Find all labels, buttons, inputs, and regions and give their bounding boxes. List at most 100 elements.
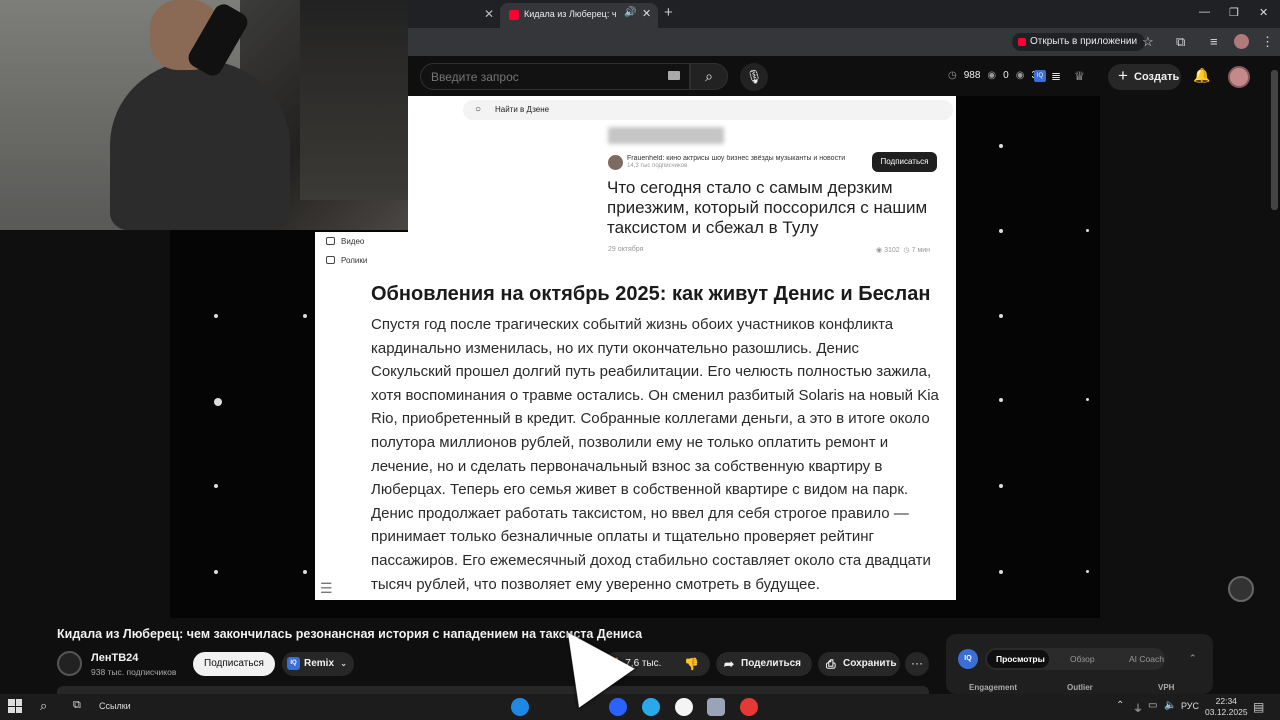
eye-icon: ◉	[987, 70, 997, 81]
media-queue-icon[interactable]: ≡	[1210, 34, 1218, 49]
taskbar-links-label[interactable]: Ссылки	[99, 701, 131, 711]
article-body: Спустя год после трагических событий жиз…	[371, 316, 939, 593]
search-button[interactable]: ⌕	[690, 63, 728, 90]
task-view-icon[interactable]: ⧉	[73, 699, 81, 712]
remix-button[interactable]: IQ Remix ⌄	[282, 652, 354, 676]
notifications-bell-icon[interactable]: 🔔	[1193, 67, 1210, 84]
save-button[interactable]: ⎙ Сохранить	[818, 652, 900, 676]
dzen-nav-video: Видео	[326, 237, 364, 246]
app-check-icon[interactable]	[609, 698, 627, 716]
dzen-channel-name: Frauenheld: кино актрисы шоу бизнес звёз…	[627, 155, 846, 162]
video-icon	[326, 237, 335, 245]
microphone-icon[interactable]: 🎙	[740, 63, 768, 91]
language-indicator[interactable]: РУС	[1181, 701, 1199, 711]
windows-start-icon[interactable]	[8, 699, 22, 713]
clock-icon: ◷	[948, 70, 957, 81]
new-tab-button[interactable]: +	[664, 4, 673, 21]
file-explorer-icon[interactable]	[707, 698, 725, 716]
player-watermark-icon	[1228, 576, 1254, 602]
chevron-up-icon[interactable]: ⌃	[1189, 653, 1197, 664]
share-button[interactable]: ➦ Поделиться	[716, 652, 812, 676]
iq-tab-ai-coach[interactable]: AI Coach	[1129, 654, 1164, 664]
channel-name[interactable]: ЛенТВ24	[91, 652, 138, 664]
menu-icon: ☰	[320, 580, 333, 596]
extension-stats: ◷ 988 ◉ 0 ◉ 3	[948, 70, 1037, 81]
webcam-overlay	[0, 0, 408, 230]
stat-value: 988	[963, 70, 981, 81]
dzen-nav-label: Ролики	[341, 256, 368, 265]
stat-value: 0	[1003, 70, 1009, 81]
channel-subscribers: 938 тыс. подписчиков	[91, 667, 177, 677]
close-tab-icon[interactable]: ✕	[484, 7, 494, 21]
save-label: Сохранить	[843, 658, 897, 669]
browser-profile-avatar[interactable]	[1234, 34, 1249, 49]
dislike-button[interactable]: 👎	[684, 652, 699, 676]
channel-avatar[interactable]	[57, 651, 82, 676]
bookmark-star-icon[interactable]: ☆	[1142, 34, 1154, 50]
page-scrollbar[interactable]	[1271, 70, 1278, 210]
list-icon[interactable]: ≣	[1051, 69, 1061, 83]
views-count: 3102	[884, 247, 900, 254]
more-actions-button[interactable]: ···	[905, 652, 929, 676]
clock-icon: ◷	[901, 247, 910, 254]
tray-chevron-up-icon[interactable]: ⌃	[1116, 700, 1124, 711]
open-in-app-button[interactable]: Открыть в приложении	[1012, 33, 1146, 51]
chevron-down-icon: ⌄	[340, 659, 347, 668]
iq-logo-icon: IQ	[958, 649, 978, 669]
edge-icon[interactable]	[511, 698, 529, 716]
trophy-icon[interactable]: ♕	[1074, 69, 1085, 83]
extensions-icon[interactable]: ⧉	[1176, 34, 1185, 50]
browser-tab-active[interactable]: Кидала из Люберец: чем з 🔊 ✕	[500, 3, 658, 28]
video-title: Кидала из Люберец: чем закончилась резон…	[57, 627, 643, 641]
obs-icon[interactable]	[740, 698, 758, 716]
blurred-image	[608, 127, 724, 144]
close-tab-icon[interactable]: ✕	[642, 7, 651, 20]
dzen-subscribe-button: Подписаться	[872, 152, 937, 172]
yandex-browser-icon[interactable]	[675, 698, 693, 716]
iq-column-vph: VPH	[1158, 683, 1175, 692]
clock-date: 03.12.2025	[1205, 707, 1248, 717]
iq-icon: IQ	[287, 657, 300, 670]
dzen-channel-avatar	[608, 155, 623, 170]
iq-tab-views[interactable]: Просмотры	[996, 654, 1045, 664]
minimize-icon[interactable]: —	[1199, 6, 1210, 18]
dzen-nav-clips: Ролики	[326, 256, 367, 265]
search-input[interactable]	[420, 63, 690, 90]
clips-icon	[326, 256, 335, 264]
windows-taskbar	[0, 694, 1280, 720]
subscribe-button[interactable]: Подписаться	[193, 652, 275, 676]
keyboard-icon[interactable]	[668, 71, 680, 80]
dzen-nav-label: Видео	[341, 237, 365, 246]
telegram-icon[interactable]	[642, 698, 660, 716]
iq-column-engagement: Engagement	[969, 683, 1018, 692]
iq-column-outlier: Outlier	[1067, 683, 1093, 692]
browser-menu-icon[interactable]: ⋮	[1261, 34, 1274, 50]
bookmark-icon: ⎙	[826, 657, 836, 671]
share-label: Поделиться	[741, 658, 802, 669]
speaker-icon[interactable]: 🔊	[624, 7, 636, 18]
clock-time: 22:34	[1215, 696, 1237, 706]
network-icon[interactable]: ▭	[1148, 700, 1157, 711]
create-button[interactable]: Создать	[1108, 63, 1181, 90]
dzen-search-input: Найти в Дзене	[463, 100, 953, 120]
dzen-teaser-meta: ◉ 3102 ◷ 7 мин	[876, 246, 930, 254]
volume-icon[interactable]: 🔈	[1164, 700, 1176, 711]
youtube-favicon-icon	[509, 10, 519, 20]
dzen-channel-subs: 14,3 тыс подписчиков	[627, 163, 688, 169]
remix-label: Remix	[304, 658, 335, 669]
iq-extension-icon[interactable]: IQ	[1034, 70, 1046, 82]
tab-title: Кидала из Люберец: чем з	[524, 9, 616, 19]
window-close-icon[interactable]: ✕	[1259, 6, 1268, 19]
iq-tab-overview[interactable]: Обзор	[1070, 654, 1095, 664]
read-time: 7 мин	[911, 247, 931, 254]
description-box[interactable]	[57, 686, 929, 694]
taskbar-clock[interactable]: 22:34 03.12.2025	[1205, 696, 1248, 718]
eye-icon: ◉	[876, 247, 883, 254]
wifi-icon[interactable]: ⏚	[1133, 700, 1143, 715]
avatar[interactable]	[1228, 66, 1250, 88]
dzen-teaser-title: Что сегодня стало с самым дерзким приезж…	[607, 178, 928, 237]
share-icon: ➦	[724, 657, 735, 671]
notifications-icon[interactable]: ▤	[1253, 700, 1264, 714]
search-icon[interactable]: ⌕	[40, 698, 47, 714]
restore-icon[interactable]: ❐	[1229, 6, 1239, 19]
